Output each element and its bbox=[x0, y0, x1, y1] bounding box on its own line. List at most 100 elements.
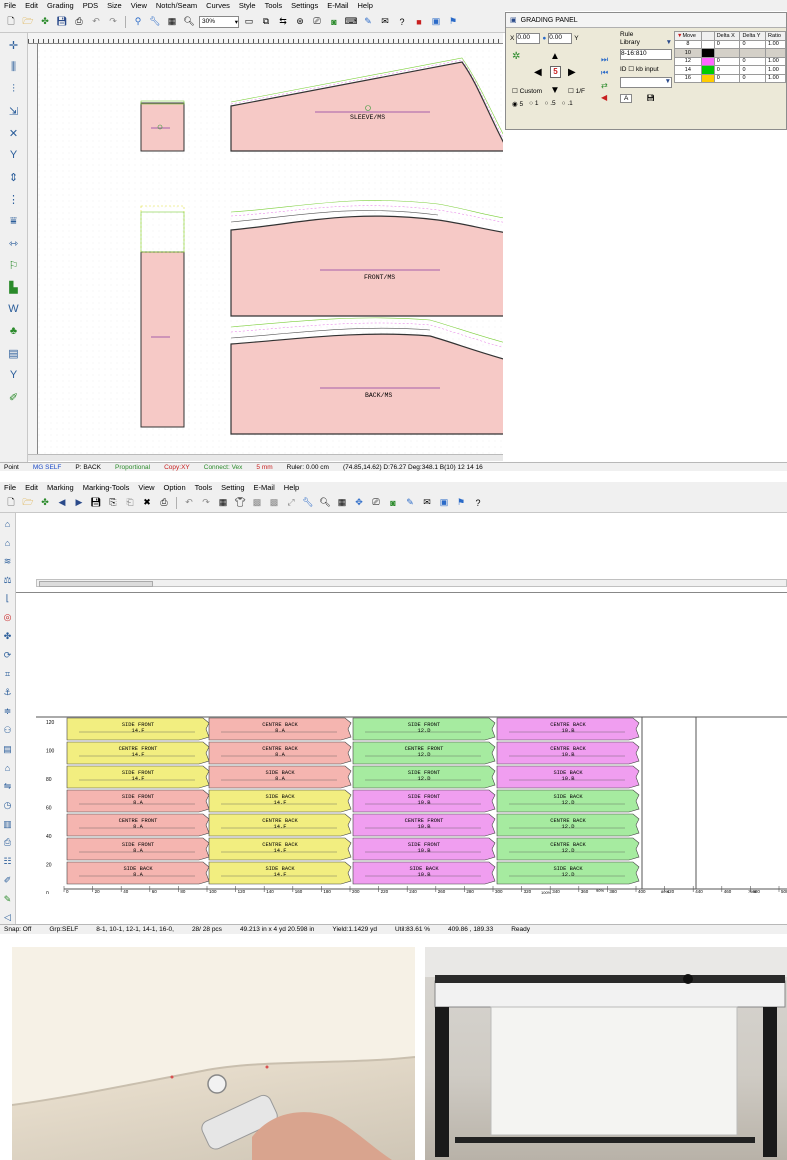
grading-menu-item[interactable]: Grading bbox=[47, 1, 74, 10]
piece-bank-scrollbar[interactable] bbox=[36, 579, 787, 587]
grading-menu-item[interactable]: E-Mail bbox=[327, 1, 348, 10]
up-arrow-button[interactable]: ▲ bbox=[550, 51, 560, 62]
grade-diag-icon[interactable]: ⇕ bbox=[6, 169, 22, 185]
link-icon[interactable]: ● bbox=[542, 35, 546, 42]
grade-vee-icon[interactable]: W bbox=[6, 301, 22, 317]
right-arrow-button[interactable]: ▶ bbox=[568, 67, 576, 78]
swap-icon[interactable]: ⇄ bbox=[601, 81, 608, 90]
crop-icon[interactable]: ⌗ bbox=[0, 667, 16, 681]
marker-menu-item[interactable]: View bbox=[138, 483, 154, 492]
size-row[interactable]: 8 0 0 1.00 bbox=[674, 39, 786, 49]
step-value[interactable]: 5 bbox=[550, 66, 561, 78]
delta-x-cell[interactable] bbox=[713, 48, 741, 58]
brush-icon[interactable]: ✐ bbox=[0, 874, 16, 888]
marker-piece[interactable]: SIDE FRONT 10.B bbox=[352, 837, 496, 861]
ratio-cell[interactable] bbox=[765, 48, 786, 58]
shuffle-icon[interactable]: ⇋ bbox=[0, 780, 16, 794]
pen-icon[interactable]: ✎ bbox=[0, 892, 16, 906]
zoom-select[interactable]: 30% ▾ bbox=[199, 15, 239, 28]
lasso-icon[interactable]: ⟳ bbox=[0, 648, 16, 662]
cuff-piece[interactable] bbox=[140, 100, 185, 152]
marker-piece[interactable]: CENTRE BACK 8.A bbox=[208, 717, 352, 741]
puzzle-icon[interactable]: ✤ bbox=[38, 496, 52, 509]
grade-chart-icon[interactable]: ▙ bbox=[6, 279, 22, 295]
new-file-icon[interactable]: 🗋 bbox=[4, 15, 18, 28]
grading-menu-item[interactable]: Edit bbox=[25, 1, 38, 10]
delta-y-cell[interactable]: 0 bbox=[739, 65, 767, 75]
anchor-icon[interactable]: ⚓︎ bbox=[0, 686, 16, 700]
pattern1-icon[interactable]: ▩ bbox=[250, 496, 264, 509]
calculator-icon[interactable]: ▦ bbox=[216, 496, 230, 509]
marker-piece[interactable]: SIDE BACK 14.F bbox=[208, 861, 352, 885]
marker-piece[interactable]: SIDE FRONT 14.F bbox=[66, 717, 210, 741]
rotate-icon[interactable]: ⤢ bbox=[284, 496, 298, 509]
marker-piece[interactable]: SIDE FRONT 12.D bbox=[352, 717, 496, 741]
tool-icon[interactable]: ✎ bbox=[361, 15, 375, 28]
stats-icon[interactable]: ▥ bbox=[0, 817, 16, 831]
arrow-left-icon[interactable]: ◁ bbox=[0, 911, 16, 925]
mark-icon[interactable]: ⚑ bbox=[454, 496, 468, 509]
rule-input[interactable]: 8-16:810 bbox=[620, 49, 672, 60]
redo-icon[interactable]: ↷ bbox=[199, 496, 213, 509]
grading-menu-item[interactable]: File bbox=[4, 1, 16, 10]
save-icon[interactable]: 💾︎ bbox=[55, 15, 69, 28]
digitizer-icon[interactable]: ⌨ bbox=[344, 15, 358, 28]
tool-icon[interactable]: ✎ bbox=[403, 496, 417, 509]
ratio-cell[interactable]: 1.00 bbox=[765, 39, 786, 49]
marker-menu-item[interactable]: Option bbox=[164, 483, 186, 492]
grading-menu-item[interactable]: Settings bbox=[291, 1, 318, 10]
grading-menu-item[interactable]: Notch/Seam bbox=[156, 1, 197, 10]
ratio-cell[interactable]: 1.00 bbox=[765, 65, 786, 75]
piece-bank-area[interactable] bbox=[16, 513, 787, 579]
save-panel-icon[interactable]: 💾︎ bbox=[646, 94, 654, 103]
custom-checkbox[interactable]: ☐ Custom bbox=[512, 87, 542, 95]
marker-piece[interactable]: SIDE FRONT 14.F bbox=[66, 765, 210, 789]
col-move[interactable]: ▼Move bbox=[674, 31, 702, 41]
corner-icon[interactable]: ⌊ bbox=[0, 592, 16, 606]
zoom-icon[interactable]: 🔍︎ bbox=[318, 496, 332, 509]
marker-piece[interactable]: CENTRE BACK 14.F bbox=[208, 837, 352, 861]
delta-x-cell[interactable]: 0 bbox=[713, 56, 741, 66]
zoom-icon[interactable]: 🔍︎ bbox=[182, 15, 196, 28]
marker-menu-item[interactable]: Marking bbox=[47, 483, 74, 492]
delta-y-cell[interactable] bbox=[739, 48, 767, 58]
grading-menu-item[interactable]: Curves bbox=[206, 1, 230, 10]
color-palette-icon[interactable]: ■ bbox=[412, 15, 426, 28]
radio-5[interactable]: ◉ 5 bbox=[512, 100, 523, 108]
marker-piece[interactable]: SIDE FRONT 8.A bbox=[66, 837, 210, 861]
marker-piece[interactable]: SIDE BACK 12.D bbox=[496, 861, 640, 885]
marker-menu-item[interactable]: Marking-Tools bbox=[83, 483, 130, 492]
marker-menu-item[interactable]: Setting bbox=[221, 483, 244, 492]
marker-menu-item[interactable]: Edit bbox=[25, 483, 38, 492]
open-folder-icon[interactable]: 🗁 bbox=[21, 496, 35, 509]
grading-menu-item[interactable]: Help bbox=[357, 1, 372, 10]
undo-icon[interactable]: ↶ bbox=[182, 496, 196, 509]
marker-piece[interactable]: CENTRE BACK 14.F bbox=[208, 813, 352, 837]
rule-dropdown[interactable]: ▼ bbox=[620, 77, 672, 88]
grade-tool-icon[interactable]: ✲ bbox=[512, 51, 520, 62]
grade-dist-icon[interactable]: ⚐ bbox=[6, 257, 22, 273]
delta-x-cell[interactable]: 0 bbox=[713, 73, 741, 83]
house-icon[interactable]: ⌂ bbox=[0, 517, 16, 531]
bank-icon[interactable]: ⌂ bbox=[0, 761, 16, 775]
marker-menu-item[interactable]: Tools bbox=[195, 483, 213, 492]
blank-page-icon[interactable]: ▭ bbox=[242, 15, 256, 28]
marker-piece[interactable]: CENTRE BACK 12.D bbox=[496, 813, 640, 837]
undo-icon[interactable]: ↶ bbox=[89, 15, 103, 28]
new-file-icon[interactable]: 🗋 bbox=[4, 496, 18, 509]
grade-cross-icon[interactable]: ✕ bbox=[6, 125, 22, 141]
grade-fork-icon[interactable]: Y bbox=[6, 367, 22, 383]
move-point-icon[interactable]: ✛ bbox=[6, 37, 22, 53]
grade-x-icon[interactable]: ⫼ bbox=[6, 59, 22, 75]
people-icon[interactable]: ⚇ bbox=[0, 723, 16, 737]
move-icon[interactable]: ✥ bbox=[352, 496, 366, 509]
grade-align-icon[interactable]: ⩸ bbox=[6, 213, 22, 229]
next-icon[interactable]: ▶ bbox=[72, 496, 86, 509]
marker-piece[interactable]: SIDE FRONT 12.D bbox=[352, 765, 496, 789]
left-arrow-button[interactable]: ◀ bbox=[534, 67, 542, 78]
delete-icon[interactable]: ✖ bbox=[140, 496, 154, 509]
plotter-icon[interactable]: ⎚ bbox=[310, 15, 324, 28]
grade-mirror-icon[interactable]: ⇿ bbox=[6, 235, 22, 251]
marker-menu-item[interactable]: Help bbox=[284, 483, 299, 492]
marker-piece[interactable]: SIDE BACK 8.A bbox=[66, 861, 210, 885]
